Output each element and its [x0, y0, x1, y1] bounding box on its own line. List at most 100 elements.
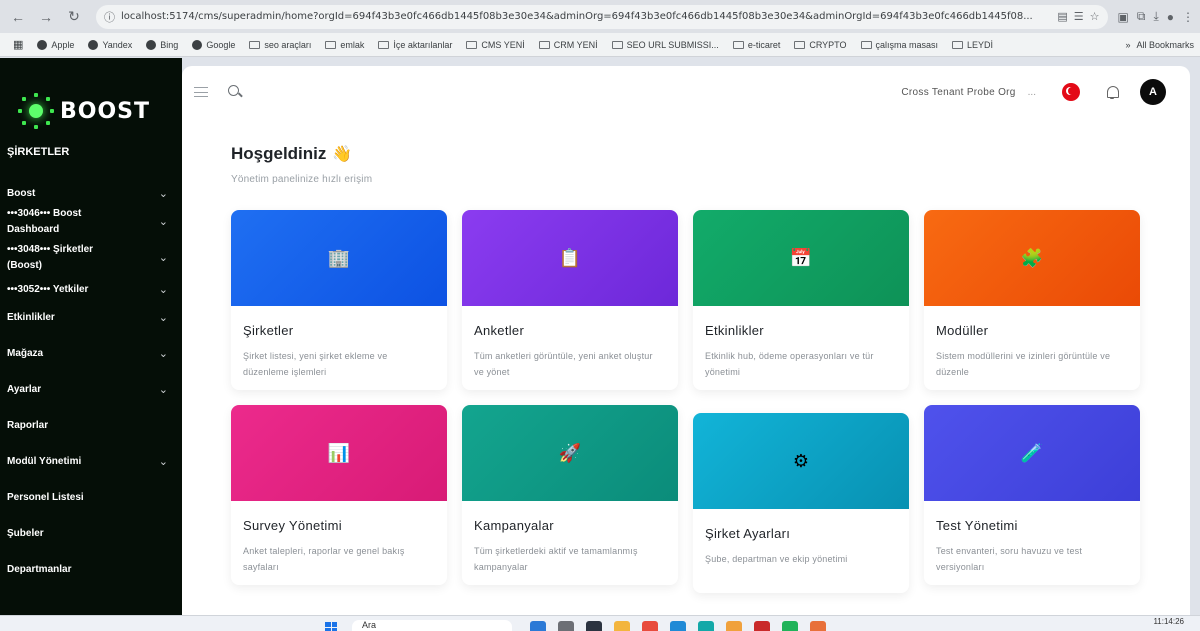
bookmark-label: emlak — [340, 39, 365, 50]
extension-icon[interactable]: ▣ — [1118, 10, 1129, 24]
download-icon[interactable]: ⤓ — [1153, 9, 1158, 24]
translate-icon[interactable]: ▤ — [1057, 10, 1067, 23]
quick-access-card[interactable]: 🚀 Kampanyalar Tüm şirketlerdeki aktif ve t… — [462, 405, 678, 585]
chevron-down-icon[interactable]: ⌄ — [159, 346, 168, 362]
chevron-down-icon[interactable]: ⌄ — [159, 250, 168, 266]
bookmark-item[interactable]: İçe aktarılanlar — [371, 40, 459, 50]
menu-dots-icon[interactable]: ⋮ — [1182, 10, 1194, 24]
taskbar-app-icon[interactable] — [670, 621, 686, 631]
chevron-down-icon[interactable]: ⌄ — [159, 310, 168, 326]
reload-icon[interactable]: ↻ — [62, 5, 86, 29]
card-banner: 🧩 — [924, 210, 1140, 306]
chevron-down-icon[interactable]: ⌄ — [159, 454, 168, 470]
taskbar-apps — [530, 621, 826, 631]
quick-access-card[interactable]: 📅 Etkinlikler Etkinlik hub, ödeme operasyo… — [693, 210, 909, 390]
bookmark-label: seo araçları — [264, 39, 312, 50]
bookmark-item[interactable]: emlak — [318, 40, 371, 50]
quick-access-card[interactable]: 🏢 Şirketler Şirket listesi, yeni şirket ek… — [231, 210, 447, 390]
address-bar[interactable]: ⓘ localhost:5174/cms/superadmin/home?org… — [96, 4, 1108, 29]
taskbar-app-icon[interactable] — [558, 621, 574, 631]
bookmark-item[interactable]: Apple — [30, 39, 81, 50]
windows-start-icon[interactable] — [325, 622, 337, 631]
sidebar-item-label: Boost — [7, 188, 36, 199]
sidebar-item-label: •••3052••• Yetkiler — [7, 284, 89, 295]
bookmark-item[interactable]: seo araçları — [242, 40, 318, 50]
taskbar-app-icon[interactable] — [754, 621, 770, 631]
bookmark-item[interactable]: SEO URL SUBMISSI... — [605, 40, 726, 50]
bookmark-item[interactable]: CRYPTO — [787, 40, 853, 50]
folder-icon — [378, 40, 390, 49]
taskbar-search[interactable]: Ara — [352, 620, 512, 631]
bookmark-label: Google — [206, 39, 236, 50]
taskbar-app-icon[interactable] — [642, 621, 658, 631]
org-selector[interactable]: Cross Tenant Probe Org — [901, 87, 1015, 98]
bookmark-label: CRM YENİ — [553, 39, 598, 50]
quick-access-card[interactable]: 🧪 Test Yönetimi Test envanteri, soru havuz… — [924, 405, 1140, 585]
taskbar-app-icon[interactable] — [810, 621, 826, 631]
card-title: Anketler — [474, 323, 525, 338]
avatar[interactable]: A — [1140, 79, 1166, 105]
sidebar-item[interactable]: Şubeler — [0, 522, 182, 546]
puzzle-extensions-icon[interactable]: ⧉ — [1137, 9, 1146, 24]
notification-bell-icon[interactable] — [1104, 84, 1120, 100]
taskbar-app-icon[interactable] — [698, 621, 714, 631]
site-info-icon[interactable]: ⓘ — [104, 9, 115, 25]
sidebar-item[interactable]: Modül Yönetimi ⌄ — [0, 450, 182, 474]
turkish-flag-icon[interactable] — [1062, 83, 1080, 101]
taskbar-app-icon[interactable] — [530, 621, 546, 631]
taskbar-app-icon[interactable] — [614, 621, 630, 631]
quick-access-card[interactable]: 🧩 Modüller Sistem modüllerini ve izinleri … — [924, 210, 1140, 390]
taskbar-app-icon[interactable] — [726, 621, 742, 631]
quick-access-card[interactable]: 📊 Survey Yönetimi Anket talepleri, raporla… — [231, 405, 447, 585]
bookmark-item[interactable]: LEYDİ — [945, 40, 1000, 50]
quick-access-card[interactable]: ⚙ Şirket Ayarları Şube, departman ve ekip … — [693, 413, 909, 593]
bookmark-item[interactable]: çalışma masası — [854, 40, 946, 50]
sidebar-item[interactable]: Personel Listesi — [0, 486, 182, 510]
sidebar-item-label: •••3048••• Şirketler (Boost) — [7, 244, 94, 271]
taskbar-app-icon[interactable] — [586, 621, 602, 631]
bookmark-item[interactable]: Yandex — [81, 39, 139, 50]
url-text[interactable]: localhost:5174/cms/superadmin/home?orgId… — [121, 11, 1051, 22]
sidebar-item[interactable]: Departmanlar — [0, 558, 182, 582]
rocket-icon: 🚀 — [558, 442, 582, 463]
search-icon[interactable] — [228, 85, 242, 99]
bookmark-item[interactable]: Google — [185, 39, 242, 50]
chevron-down-icon[interactable]: ⌄ — [159, 282, 168, 298]
sidebar-item[interactable]: Ayarlar ⌄ — [0, 378, 182, 402]
profile-icon[interactable]: ● — [1167, 10, 1174, 24]
overflow-chevron-icon[interactable]: » — [1125, 40, 1130, 50]
sidebar-item[interactable]: •••3046••• Boost Dashboard ⌄ — [0, 206, 182, 238]
card-banner: ⚙ — [693, 413, 909, 509]
chevron-down-icon[interactable]: ⌄ — [159, 186, 168, 202]
sidebar-item[interactable]: Etkinlikler ⌄ — [0, 306, 182, 330]
all-bookmarks[interactable]: » All Bookmarks — [1125, 40, 1194, 50]
org-more[interactable]: ... — [1028, 87, 1036, 98]
clipboard-icon: 📋 — [558, 247, 582, 268]
menu-toggle-icon[interactable] — [194, 87, 208, 97]
logo[interactable]: BOOST — [0, 58, 182, 140]
taskbar: Ara 11:14:26 — [0, 615, 1200, 631]
forward-icon[interactable]: → — [34, 5, 58, 29]
card-banner: 🏢 — [231, 210, 447, 306]
chevron-down-icon[interactable]: ⌄ — [159, 382, 168, 398]
apps-grid-icon[interactable]: ▦ — [6, 38, 30, 51]
sidebar-item[interactable]: Boost ⌄ — [0, 182, 182, 206]
sidebar-heading: ŞİRKETLER — [7, 146, 70, 158]
bookmark-item[interactable]: CRM YENİ — [532, 40, 605, 50]
chevron-down-icon[interactable]: ⌄ — [159, 214, 168, 230]
quick-access-card[interactable]: 📋 Anketler Tüm anketleri görüntüle, yeni a… — [462, 210, 678, 390]
sidebar-item[interactable]: Mağaza ⌄ — [0, 342, 182, 366]
sidebar-item[interactable]: Raporlar — [0, 414, 182, 438]
taskbar-app-icon[interactable] — [782, 621, 798, 631]
sidebar-item[interactable]: •••3048••• Şirketler (Boost) ⌄ — [0, 242, 182, 274]
bookmark-item[interactable]: Bing — [139, 39, 185, 50]
back-icon[interactable]: ← — [6, 5, 30, 29]
all-bookmarks-label[interactable]: All Bookmarks — [1136, 40, 1194, 50]
sidebar-item-label: Şubeler — [7, 528, 44, 539]
bookmark-item[interactable]: CMS YENİ — [459, 40, 531, 50]
bookmark-item[interactable]: e-ticaret — [726, 40, 788, 50]
sidebar-item[interactable]: •••3052••• Yetkiler ⌄ — [0, 278, 182, 302]
bookmark-star-icon[interactable]: ☆ — [1090, 10, 1100, 23]
sidebar-item-label: Departmanlar — [7, 564, 72, 575]
reader-icon[interactable]: ☰ — [1074, 10, 1084, 23]
